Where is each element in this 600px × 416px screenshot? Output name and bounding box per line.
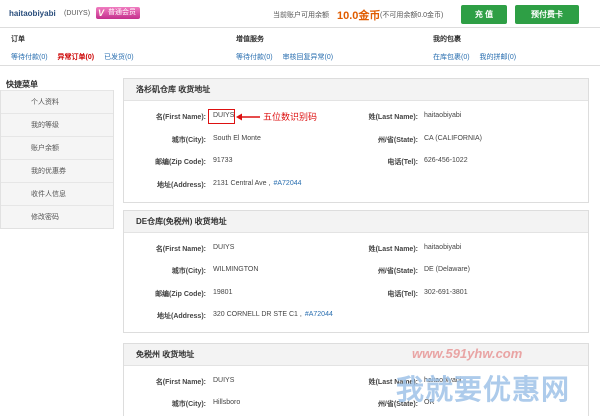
value-added-title: 增值服务	[236, 36, 264, 43]
highlight-box	[208, 109, 235, 124]
user-code: (DUIYS)	[64, 10, 91, 17]
address-row: 地址(Address): 320 CORNELL DR STE C1 , #A72…	[124, 311, 590, 323]
vip-badge: V 普通会员	[96, 7, 140, 19]
recharge-button[interactable]: 充 值	[461, 5, 507, 24]
address-label: 地址(Address):	[156, 313, 206, 320]
vip-icon: V	[98, 8, 105, 18]
value-added-summary: 增值服务 等待付款(0) 审核回复异常(0)	[236, 34, 341, 62]
orders-title: 订单	[11, 36, 25, 43]
city-label: 城市(City):	[171, 137, 206, 144]
annotation-text: 五位数识别码	[263, 112, 318, 122]
orders-pending-link[interactable]: 等待付款(0)	[11, 54, 48, 61]
address-text: 2131 Central Ave ,	[213, 180, 271, 187]
quick-menu: 快捷菜单 个人资料 我的等级 账户余额 我的优惠券 收件人信息 修改密码	[0, 76, 114, 236]
city-value: Hillsboro	[213, 399, 241, 406]
quick-menu-title: 快捷菜单	[6, 80, 38, 89]
address-text: 320 CORNELL DR STE C1 ,	[213, 311, 302, 318]
sidebar-item-password[interactable]: 修改密码	[1, 205, 113, 228]
de-warehouse-panel: DE仓库(免税州) 收货地址 名(First Name): DUIYS 姓(La…	[123, 210, 589, 333]
value-added-pending-link[interactable]: 等待付款(0)	[236, 54, 273, 61]
packages-instock-link[interactable]: 在库包裹(0)	[433, 54, 470, 61]
name-row: 名(First Name): DUIYS 五位数识别码 姓(Last Name)…	[124, 109, 590, 124]
first-name-label: 名(First Name):	[155, 114, 206, 121]
la-warehouse-panel: 洛杉矶仓库 收货地址 名(First Name): DUIYS 五位数识别码 姓…	[123, 78, 589, 203]
sidebar-item-recipients[interactable]: 收件人信息	[1, 182, 113, 205]
frozen-balance: (不可用余额0.0金币)	[380, 12, 444, 19]
state-value: DE (Delaware)	[424, 266, 470, 273]
account-summary: 订单 等待付款(0) 异常订单(0) 已发货(0) 增值服务 等待付款(0) 审…	[0, 30, 600, 66]
city-label: 城市(City):	[171, 401, 206, 408]
address-code-link[interactable]: #A72044	[273, 180, 301, 187]
orders-shipped-link[interactable]: 已发货(0)	[104, 54, 134, 61]
tel-label: 电话(Tel):	[387, 159, 418, 166]
first-name-label: 名(First Name):	[155, 379, 206, 386]
prepaid-card-button[interactable]: 预付费卡	[515, 5, 579, 24]
zip-value: 91733	[213, 157, 233, 164]
balance-value: 10.0金币	[337, 10, 381, 22]
balance-label: 当前账户可用余额	[273, 12, 329, 19]
last-name-label: 姓(Last Name):	[368, 114, 418, 121]
first-name-value: DUIYS	[213, 244, 235, 251]
address-code-link[interactable]: #A72044	[305, 311, 333, 318]
watermark-text: 我就要优惠网	[396, 374, 571, 405]
sidebar-item-balance[interactable]: 账户余额	[1, 136, 113, 159]
city-value: South El Monte	[213, 135, 261, 142]
tel-value: 302-691-3801	[424, 289, 468, 296]
sidebar-item-coupons[interactable]: 我的优惠券	[1, 159, 113, 182]
sidebar-item-profile[interactable]: 个人资料	[1, 90, 113, 113]
tel-label: 电话(Tel):	[387, 291, 418, 298]
watermark: www.591yhw.com 我就要优惠网	[392, 346, 600, 416]
packages-consolidated-link[interactable]: 我的拼邮(0)	[480, 54, 517, 61]
address-value: 2131 Central Ave , #A72044	[213, 180, 302, 187]
address-value: 320 CORNELL DR STE C1 , #A72044	[213, 311, 333, 318]
orders-abnormal-link[interactable]: 异常订单(0)	[58, 54, 95, 61]
panel-title: DE仓库(免税州) 收货地址	[124, 211, 588, 233]
zip-label: 邮编(Zip Code):	[155, 159, 206, 166]
first-name-label: 名(First Name):	[155, 246, 206, 253]
watermark-url: www.591yhw.com	[412, 346, 523, 361]
value-added-review-link[interactable]: 审核回复异常(0)	[283, 54, 334, 61]
zip-row: 邮编(Zip Code): 91733 电话(Tel): 626-456-102…	[124, 157, 590, 169]
state-label: 州/省(State):	[377, 137, 418, 144]
zip-label: 邮编(Zip Code):	[155, 291, 206, 298]
state-label: 州/省(State):	[377, 268, 418, 275]
last-name-value: haitaobiyabi	[424, 244, 462, 251]
city-row: 城市(City): South El Monte 州/省(State): CA …	[124, 135, 590, 147]
city-row: 城市(City): WILMINGTON 州/省(State): DE (Del…	[124, 266, 590, 278]
address-label: 地址(Address):	[156, 182, 206, 189]
state-value: CA (CALIFORNIA)	[424, 135, 482, 142]
city-label: 城市(City):	[171, 268, 206, 275]
panel-title: 洛杉矶仓库 收货地址	[124, 79, 588, 101]
orders-summary: 订单 等待付款(0) 异常订单(0) 已发货(0)	[11, 34, 142, 62]
last-name-label: 姓(Last Name):	[368, 246, 418, 253]
annotation-arrow-icon	[236, 113, 260, 121]
zip-row: 邮编(Zip Code): 19801 电话(Tel): 302-691-380…	[124, 289, 590, 301]
packages-title: 我的包裹	[433, 36, 461, 43]
zip-value: 19801	[213, 289, 233, 296]
address-row: 地址(Address): 2131 Central Ave , #A72044	[124, 180, 590, 192]
top-bar: haitaobiyabi (DUIYS) V 普通会员 当前账户可用余额 10.…	[0, 0, 600, 28]
first-name-value: DUIYS	[213, 377, 235, 384]
name-row: 名(First Name): DUIYS 姓(Last Name): haita…	[124, 244, 590, 256]
city-value: WILMINGTON	[213, 266, 259, 273]
username[interactable]: haitaobiyabi	[9, 9, 56, 18]
vip-label: 普通会员	[108, 9, 136, 16]
sidebar-item-level[interactable]: 我的等级	[1, 113, 113, 136]
tel-value: 626-456-1022	[424, 157, 468, 164]
packages-summary: 我的包裹 在库包裹(0) 我的拼邮(0)	[433, 34, 524, 62]
last-name-value: haitaobiyabi	[424, 112, 462, 119]
